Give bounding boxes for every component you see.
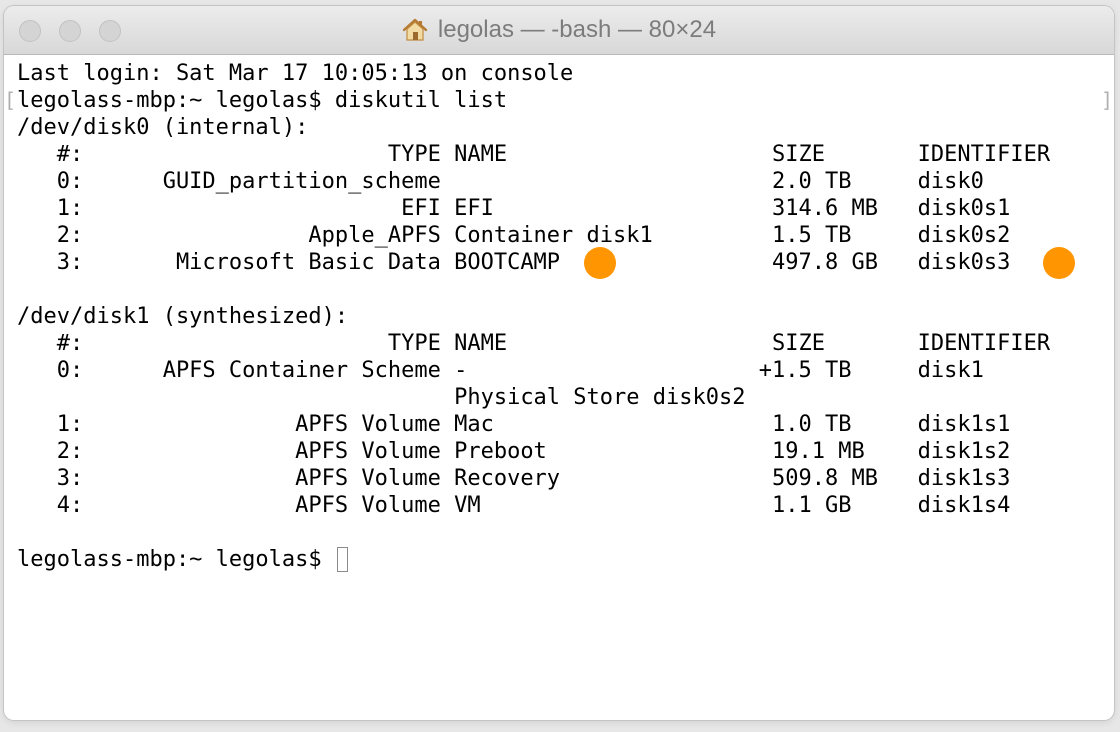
terminal-line: /dev/disk0 (internal): bbox=[17, 115, 309, 140]
mark-bracket-right: ] bbox=[1101, 88, 1114, 112]
terminal-line: 1: EFI EFI 314.6 MB disk0s1 bbox=[17, 196, 1011, 221]
terminal-line: 2: APFS Volume Preboot 19.1 MB disk1s2 bbox=[17, 439, 1011, 464]
terminal-line: Last login: Sat Mar 17 10:05:13 on conso… bbox=[17, 61, 574, 86]
highlight-dot-disk0s3 bbox=[1043, 247, 1075, 279]
terminal-line: 2: Apple_APFS Container disk1 1.5 TB dis… bbox=[17, 223, 1011, 248]
terminal-line: legolass-mbp:~ legolas$ diskutil list bbox=[17, 88, 508, 113]
terminal-line: #: TYPE NAME SIZE IDENTIFIER bbox=[17, 142, 1051, 167]
mark-bracket-left: [ bbox=[4, 88, 17, 112]
prompt-line: legolass-mbp:~ legolas$ bbox=[17, 546, 1097, 573]
terminal-line: Physical Store disk0s2 bbox=[17, 385, 746, 410]
text-cursor bbox=[336, 547, 348, 572]
window-title: legolas — -bash — 80×24 bbox=[4, 6, 1114, 54]
prompt-text: legolass-mbp:~ legolas$ bbox=[17, 547, 335, 572]
title-bar[interactable]: legolas — -bash — 80×24 bbox=[4, 6, 1114, 55]
terminal-line: 3: APFS Volume Recovery 509.8 MB disk1s3 bbox=[17, 466, 1011, 491]
window-title-text: legolas — -bash — 80×24 bbox=[437, 16, 717, 43]
highlight-dot-bootcamp bbox=[584, 247, 616, 279]
terminal-window: legolas — -bash — 80×24 [ ] Last login: … bbox=[4, 6, 1114, 720]
terminal-output[interactable]: Last login: Sat Mar 17 10:05:13 on conso… bbox=[17, 60, 1097, 573]
terminal-line: 0: GUID_partition_scheme 2.0 TB disk0 bbox=[17, 169, 984, 194]
terminal-line: 3: Microsoft Basic Data BOOTCAMP 497.8 G… bbox=[17, 250, 1011, 275]
terminal-line: 4: APFS Volume VM 1.1 GB disk1s4 bbox=[17, 493, 1011, 518]
terminal-line: 1: APFS Volume Mac 1.0 TB disk1s1 bbox=[17, 412, 1011, 437]
home-folder-icon bbox=[402, 18, 428, 41]
terminal-line: 0: APFS Container Scheme - +1.5 TB disk1 bbox=[17, 358, 984, 383]
terminal-line: /dev/disk1 (synthesized): bbox=[17, 304, 349, 329]
terminal-line: #: TYPE NAME SIZE IDENTIFIER bbox=[17, 331, 1051, 356]
